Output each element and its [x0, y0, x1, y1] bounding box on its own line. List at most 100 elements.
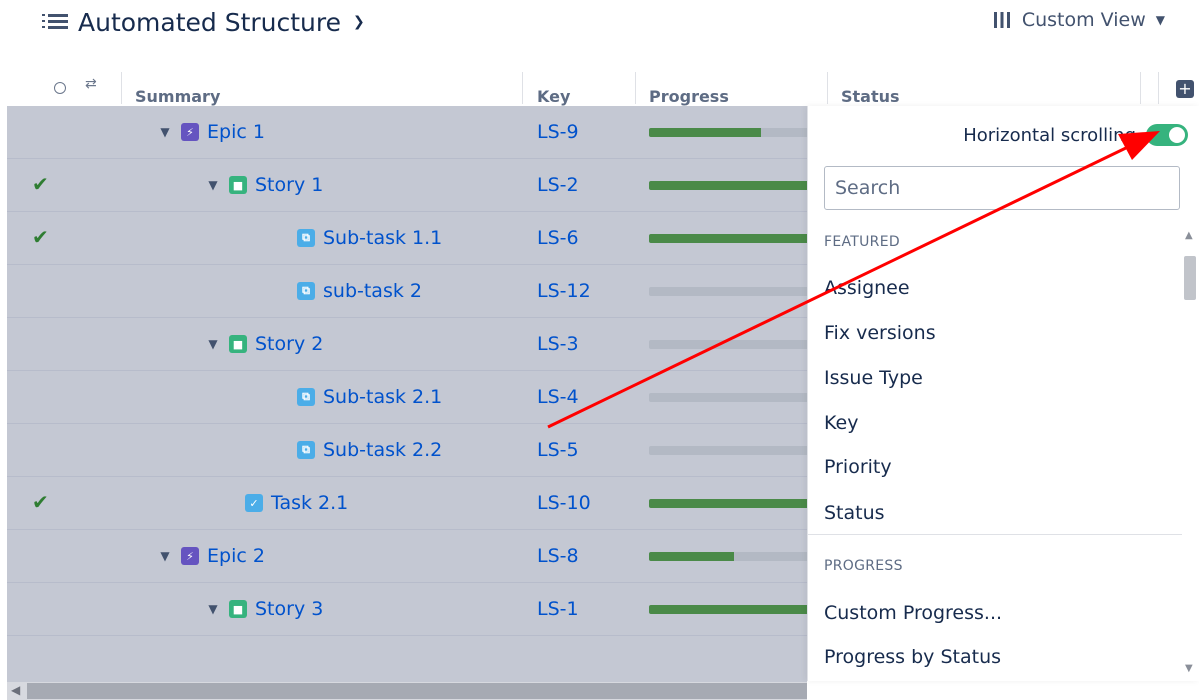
column-summary[interactable]: Summary — [135, 70, 220, 108]
checkmark-icon: ✔ — [32, 490, 49, 514]
expand-caret-icon[interactable]: ▼ — [205, 602, 221, 616]
columns-icon — [993, 12, 1010, 28]
progress-bar — [649, 605, 809, 614]
table-row[interactable]: ✔ ⧉ Sub-task 1.1 LS-6 — [7, 212, 809, 265]
table-row[interactable]: ▼ ■ Story 3 LS-1 — [7, 583, 809, 636]
table-row[interactable]: ⧉ sub-task 2 LS-12 — [7, 265, 809, 318]
summary-link[interactable]: Sub-task 2.2 — [323, 439, 442, 461]
progress-fill — [649, 181, 809, 190]
scroll-down-icon[interactable]: ▼ — [1185, 663, 1193, 674]
column-option-priority[interactable]: Priority — [824, 456, 892, 478]
epic-icon: ⚡ — [181, 547, 199, 565]
progress-bar — [649, 393, 809, 402]
horizontal-scrolling-setting[interactable]: Horizontal scrolling — [963, 124, 1188, 146]
progress-bar — [649, 181, 809, 190]
story-icon: ■ — [229, 600, 247, 618]
search-input[interactable] — [824, 166, 1180, 210]
scroll-up-icon[interactable]: ▲ — [1185, 230, 1193, 241]
issue-key-link[interactable]: LS-4 — [537, 371, 579, 423]
horizontal-scrolling-toggle[interactable] — [1146, 124, 1188, 146]
column-option-assignee[interactable]: Assignee — [824, 277, 910, 299]
column-header-row: ⇄ Summary Key Progress Status — [7, 70, 1199, 107]
progress-fill — [649, 499, 809, 508]
featured-section-header: FEATURED — [824, 234, 900, 250]
subtask-icon: ⧉ — [297, 282, 315, 300]
chevron-down-icon: ❯ — [353, 14, 365, 30]
issue-key-link[interactable]: LS-8 — [537, 530, 579, 582]
scroll-left-icon[interactable]: ◀ — [11, 683, 20, 697]
summary-link[interactable]: Sub-task 2.1 — [323, 386, 442, 408]
issue-key-link[interactable]: LS-10 — [537, 477, 591, 529]
section-divider — [808, 534, 1182, 535]
table-row[interactable]: ▼ ⚡ Epic 1 LS-9 — [7, 106, 809, 159]
summary-link[interactable]: Epic 2 — [207, 545, 265, 567]
table-row[interactable]: ⧉ Sub-task 2.1 LS-4 — [7, 371, 809, 424]
vertical-scrollbar[interactable]: ▲ ▼ — [1182, 226, 1198, 678]
issue-key-link[interactable]: LS-2 — [537, 159, 579, 211]
column-option-fix-versions[interactable]: Fix versions — [824, 322, 936, 344]
column-option-key[interactable]: Key — [824, 412, 858, 434]
progress-bar — [649, 234, 809, 243]
swap-icon[interactable]: ⇄ — [85, 76, 97, 92]
structure-list-icon — [42, 14, 68, 29]
task-icon: ✓ — [245, 494, 263, 512]
progress-bar — [649, 128, 809, 137]
summary-link[interactable]: Task 2.1 — [271, 492, 348, 514]
scrollbar-thumb[interactable] — [27, 683, 807, 699]
summary-link[interactable]: Story 1 — [255, 174, 323, 196]
issue-key-link[interactable]: LS-5 — [537, 424, 579, 476]
summary-cell: ⧉ Sub-task 2.1 — [289, 371, 442, 423]
summary-cell: ▼ ■ Story 1 — [205, 159, 323, 211]
table-row[interactable]: ✔ ▼ ■ Story 1 LS-2 — [7, 159, 809, 212]
horizontal-scrollbar[interactable]: ◀ — [7, 682, 807, 700]
select-all-radio-icon[interactable] — [54, 82, 66, 94]
table-row[interactable]: ▼ ⚡ Epic 2 LS-8 — [7, 530, 809, 583]
summary-cell: ⧉ sub-task 2 — [289, 265, 422, 317]
column-option-issue-type[interactable]: Issue Type — [824, 367, 923, 389]
issue-key-link[interactable]: LS-1 — [537, 583, 579, 635]
issue-key-link[interactable]: LS-3 — [537, 318, 579, 370]
column-option-custom-progress[interactable]: Custom Progress... — [824, 602, 1002, 624]
summary-cell: ▼ ⚡ Epic 2 — [157, 530, 265, 582]
story-icon: ■ — [229, 176, 247, 194]
issue-key-link[interactable]: LS-9 — [537, 106, 579, 158]
expand-caret-icon[interactable]: ▼ — [157, 125, 173, 139]
scrollbar-thumb[interactable] — [1184, 256, 1196, 300]
column-option-progress-by-status[interactable]: Progress by Status — [824, 646, 1001, 668]
subtask-icon: ⧉ — [297, 388, 315, 406]
issue-key-link[interactable]: LS-12 — [537, 265, 591, 317]
summary-cell: ▼ ■ Story 3 — [205, 583, 323, 635]
summary-link[interactable]: Epic 1 — [207, 121, 265, 143]
progress-bar — [649, 499, 809, 508]
expand-caret-icon[interactable]: ▼ — [157, 549, 173, 563]
story-icon: ■ — [229, 335, 247, 353]
summary-link[interactable]: Story 3 — [255, 598, 323, 620]
view-selector[interactable]: Custom View ▼ — [992, 6, 1165, 34]
table-row[interactable]: ⧉ Sub-task 2.2 LS-5 — [7, 424, 809, 477]
expand-caret-icon[interactable]: ▼ — [205, 178, 221, 192]
plus-square-icon[interactable]: + — [1176, 80, 1194, 98]
summary-link[interactable]: sub-task 2 — [323, 280, 422, 302]
issue-key-link[interactable]: LS-6 — [537, 212, 579, 264]
expand-caret-icon[interactable]: ▼ — [205, 337, 221, 351]
progress-fill — [649, 552, 734, 561]
page-title: Automated Structure — [78, 7, 342, 37]
checkmark-icon: ✔ — [32, 225, 49, 249]
progress-bar — [649, 552, 809, 561]
structure-title[interactable]: Automated Structure ❯ — [42, 4, 365, 40]
column-picker-panel: Horizontal scrolling FEATURED Assignee F… — [807, 106, 1199, 681]
horizontal-scrolling-label: Horizontal scrolling — [963, 124, 1136, 146]
column-option-status[interactable]: Status — [824, 502, 885, 524]
progress-fill — [649, 128, 761, 137]
subtask-icon: ⧉ — [297, 441, 315, 459]
summary-link[interactable]: Sub-task 1.1 — [323, 227, 442, 249]
column-key[interactable]: Key — [537, 70, 570, 108]
column-progress[interactable]: Progress — [649, 70, 729, 108]
column-status[interactable]: Status — [841, 70, 900, 108]
summary-link[interactable]: Story 2 — [255, 333, 323, 355]
chevron-down-icon: ▼ — [1155, 13, 1165, 27]
summary-cell: ✓ Task 2.1 — [237, 477, 348, 529]
table-row[interactable]: ▼ ■ Story 2 LS-3 — [7, 318, 809, 371]
progress-bar — [649, 287, 809, 296]
table-row[interactable]: ✔ ✓ Task 2.1 LS-10 — [7, 477, 809, 530]
